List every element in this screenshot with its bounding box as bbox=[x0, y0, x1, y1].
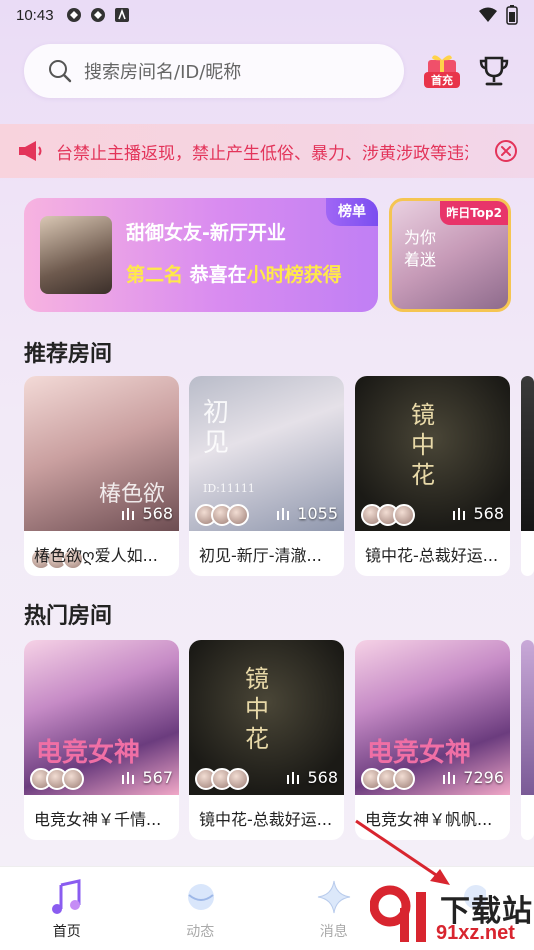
room-card[interactable]: 初见 ID:11111 1055 初见-新厅-清澈... bbox=[189, 376, 344, 576]
battery-icon bbox=[506, 5, 518, 25]
room-card[interactable]: 椿色欲 568 椿色欲ღ爱人如... bbox=[24, 376, 179, 576]
announcement-bar: 台禁止主播返现，禁止产生低俗、暴力、涉黄涉政等违法 bbox=[0, 124, 534, 178]
audio-bars-icon bbox=[277, 507, 290, 520]
tab-home[interactable]: 首页 bbox=[0, 867, 134, 950]
banner-avatar bbox=[40, 216, 112, 294]
site-logo bbox=[370, 885, 426, 942]
top2-tag: 昨日Top2 bbox=[440, 201, 508, 225]
room-name: 镜中花-总裁好运... bbox=[365, 546, 499, 565]
room-avatars bbox=[195, 504, 249, 526]
room-count: 1055 bbox=[277, 504, 338, 523]
audio-bars-icon bbox=[122, 507, 135, 520]
room-avatars bbox=[361, 768, 415, 790]
trophy-icon[interactable] bbox=[477, 54, 511, 88]
sparkle-icon bbox=[317, 880, 351, 914]
room-name: 电竞女神￥千情... bbox=[34, 810, 162, 829]
site-watermark: 下载站 91xz.net bbox=[370, 880, 534, 950]
cover-text: 电竞女神 bbox=[367, 738, 472, 768]
close-icon[interactable] bbox=[494, 139, 518, 163]
room-name: 镜中花-总裁好运... bbox=[199, 810, 333, 829]
search-icon bbox=[49, 60, 72, 83]
room-cover bbox=[521, 640, 534, 795]
search-input[interactable]: 搜索房间名/ID/昵称 bbox=[24, 44, 404, 98]
first-charge-label: 首充 bbox=[424, 72, 460, 88]
planet-icon bbox=[187, 884, 214, 910]
app-badge-icon bbox=[114, 8, 129, 22]
room-count: 568 bbox=[453, 504, 504, 523]
room-card[interactable] bbox=[521, 640, 534, 840]
cover-id: ID:11111 bbox=[203, 482, 255, 495]
megaphone-icon bbox=[19, 141, 42, 161]
watermark-url: 91xz.net bbox=[436, 922, 515, 944]
cover-text: 电竞女神 bbox=[36, 738, 141, 768]
banner-subtitle: 第二名 恭喜在小时榜获得 bbox=[126, 264, 342, 286]
tab-feed[interactable]: 动态 bbox=[134, 867, 268, 950]
audio-bars-icon bbox=[122, 771, 135, 784]
tab-label: 首页 bbox=[52, 924, 81, 940]
room-card[interactable]: 电竞女神 7296 电竞女神￥帆帆... bbox=[355, 640, 510, 840]
announcement-text: 台禁止主播返现，禁止产生低俗、暴力、涉黄涉政等违法 bbox=[56, 143, 468, 164]
top2-calligraphy: 为你着迷 bbox=[404, 228, 437, 269]
room-count: 567 bbox=[122, 768, 173, 787]
first-charge-button[interactable]: 首充 bbox=[424, 52, 460, 90]
cover-text: 镜中花 bbox=[245, 665, 269, 753]
cover-text: 初见 bbox=[203, 398, 230, 458]
room-card[interactable]: 镜中花 568 镜中花-总裁好运... bbox=[189, 640, 344, 840]
status-bar: 10:43 bbox=[0, 0, 534, 30]
wifi-icon bbox=[479, 7, 497, 22]
room-card[interactable]: 电竞女神 567 电竞女神￥千情... bbox=[24, 640, 179, 840]
audio-bars-icon bbox=[453, 507, 466, 520]
search-placeholder: 搜索房间名/ID/昵称 bbox=[84, 62, 242, 83]
app-notification-icon bbox=[90, 8, 105, 22]
section-title-hot: 热门房间 bbox=[24, 604, 113, 629]
room-count: 568 bbox=[122, 504, 173, 523]
room-name: 初见-新厅-清澈... bbox=[199, 546, 322, 565]
room-card[interactable] bbox=[521, 376, 534, 576]
section-title-recommended: 推荐房间 bbox=[24, 342, 113, 367]
app-notification-icon bbox=[66, 8, 81, 22]
room-cover bbox=[521, 376, 534, 531]
room-avatars bbox=[361, 504, 415, 526]
music-note-icon bbox=[52, 879, 81, 914]
room-count: 7296 bbox=[443, 768, 504, 787]
room-count: 568 bbox=[287, 768, 338, 787]
room-name: 椿色欲ღ爱人如... bbox=[34, 546, 158, 565]
banner-title: 甜御女友-新厅开业 bbox=[126, 222, 286, 244]
status-time: 10:43 bbox=[16, 6, 54, 24]
banner-tag: 榜单 bbox=[326, 198, 378, 226]
audio-bars-icon bbox=[443, 771, 456, 784]
room-avatars bbox=[195, 768, 249, 790]
tab-label: 动态 bbox=[186, 924, 215, 940]
room-avatars bbox=[30, 768, 84, 790]
top2-card[interactable]: 昨日Top2 为你着迷 bbox=[389, 198, 511, 312]
cover-text: 镜中花 bbox=[411, 401, 435, 489]
room-card[interactable]: 镜中花 568 镜中花-总裁好运... bbox=[355, 376, 510, 576]
ranking-banner[interactable]: 甜御女友-新厅开业 第二名 恭喜在小时榜获得 榜单 bbox=[24, 198, 378, 312]
audio-bars-icon bbox=[287, 771, 300, 784]
